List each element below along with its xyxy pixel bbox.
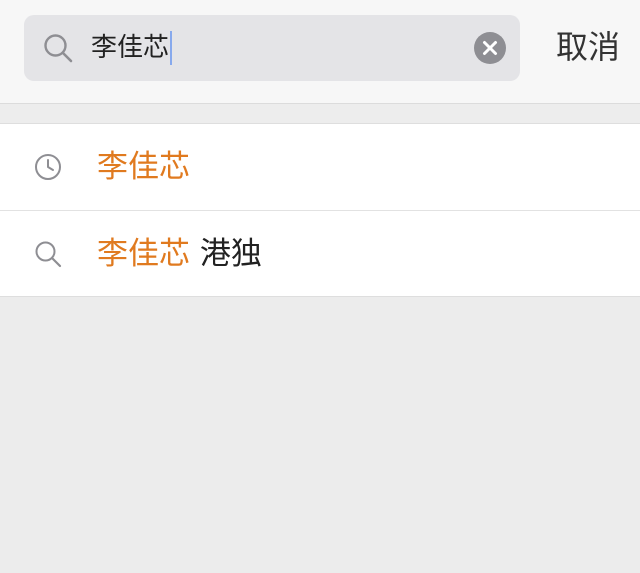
clock-icon bbox=[33, 152, 63, 182]
suggestion-text: 李佳芯 bbox=[97, 146, 190, 188]
suggestion-list: 李佳芯 李佳芯 港独 bbox=[0, 123, 640, 297]
suggestion-text: 李佳芯 港独 bbox=[97, 233, 262, 275]
suggestion-highlight: 李佳芯 bbox=[97, 236, 190, 272]
search-header: 李佳芯 取消 bbox=[0, 0, 640, 104]
section-gap bbox=[0, 104, 640, 123]
close-icon bbox=[483, 41, 497, 55]
suggestion-highlight: 李佳芯 bbox=[97, 149, 190, 185]
search-input[interactable]: 李佳芯 bbox=[91, 30, 173, 66]
search-icon bbox=[42, 32, 74, 64]
search-suggestion-item[interactable]: 李佳芯 港独 bbox=[0, 210, 640, 296]
search-box[interactable]: 李佳芯 bbox=[24, 15, 520, 81]
search-icon bbox=[33, 239, 63, 269]
search-query-text: 李佳芯 bbox=[91, 33, 170, 63]
clear-search-button[interactable] bbox=[474, 32, 506, 64]
suggestion-rest: 港独 bbox=[190, 236, 262, 272]
cancel-button[interactable]: 取消 bbox=[548, 22, 628, 72]
history-suggestion-item[interactable]: 李佳芯 bbox=[0, 124, 640, 210]
text-caret bbox=[170, 31, 173, 65]
